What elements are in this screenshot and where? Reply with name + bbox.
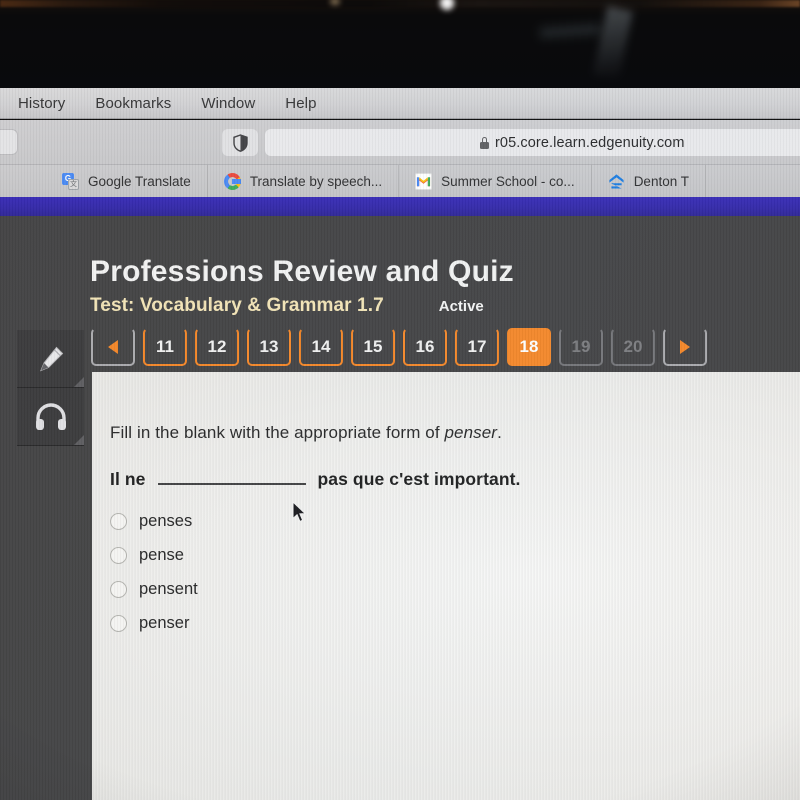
- pager-page-14[interactable]: 14: [299, 328, 343, 366]
- toolbar-left-button[interactable]: [0, 129, 18, 155]
- page-banner-strip: [0, 197, 800, 216]
- question-stem: Il ne pas que c'est important.: [110, 469, 521, 490]
- pager-prev-button[interactable]: [91, 328, 135, 366]
- menu-item-history[interactable]: History: [18, 95, 65, 112]
- tool-rail: [17, 330, 84, 446]
- assignment-name: Test: Vocabulary & Grammar 1.7: [90, 295, 384, 316]
- answer-option-pense[interactable]: pense: [110, 538, 198, 572]
- stem-text-before: Il ne: [110, 469, 146, 489]
- pager-page-13[interactable]: 13: [247, 328, 291, 366]
- prompt-verb: penser: [444, 423, 498, 442]
- radio-button[interactable]: [110, 580, 127, 598]
- bookmark-summer-school[interactable]: Summer School - co...: [399, 165, 592, 197]
- google-translate-icon: G文: [62, 172, 79, 190]
- answer-options: penses pense pensent penser: [110, 504, 198, 640]
- shield-icon[interactable]: [222, 129, 258, 156]
- blue-house-icon: [608, 173, 625, 190]
- answer-option-label: penser: [139, 613, 190, 632]
- pager-page-12[interactable]: 12: [195, 328, 239, 366]
- status-badge: Active: [438, 298, 484, 315]
- pager-page-17[interactable]: 17: [455, 328, 499, 366]
- headphones-icon: [34, 402, 68, 432]
- browser-toolbar: r05.core.learn.edgenuity.com: [0, 120, 800, 165]
- photographed-screen: History Bookmarks Window Help r05.core.l…: [0, 0, 800, 800]
- blank-underline: [157, 470, 306, 485]
- pager-page-11[interactable]: 11: [143, 328, 187, 366]
- answer-option-penses[interactable]: penses: [110, 504, 198, 538]
- course-subtitle-row: Test: Vocabulary & Grammar 1.7 Active: [90, 295, 484, 317]
- answer-option-penser[interactable]: penser: [110, 606, 198, 640]
- bookmark-translate-by-speech[interactable]: Translate by speech...: [208, 165, 400, 197]
- stem-text-after: pas que c'est important.: [317, 469, 521, 489]
- question-panel: Fill in the blank with the appropriate f…: [92, 372, 800, 800]
- prompt-text-before: Fill in the blank with the appropriate f…: [110, 423, 445, 442]
- bezel-top-reflection: [0, 0, 800, 7]
- question-pager: 11 12 13 14 15 16 17 18 19 20: [91, 328, 707, 366]
- pager-page-20: 20: [611, 328, 655, 366]
- page-title: Professions Review and Quiz: [90, 255, 514, 288]
- question-prompt: Fill in the blank with the appropriate f…: [110, 423, 502, 443]
- bookmarks-bar: G文 Google Translate Translate by speech.…: [0, 165, 800, 197]
- address-bar[interactable]: r05.core.learn.edgenuity.com: [265, 129, 800, 156]
- google-g-icon: [223, 172, 241, 190]
- macos-menu-bar: History Bookmarks Window Help: [0, 88, 800, 119]
- bezel-reflection-smear: [539, 23, 601, 39]
- bookmark-label: Summer School - co...: [441, 173, 575, 189]
- radio-button[interactable]: [110, 546, 127, 564]
- pager-page-16[interactable]: 16: [403, 328, 447, 366]
- menu-item-window[interactable]: Window: [201, 95, 255, 112]
- pager-page-15[interactable]: 15: [351, 328, 395, 366]
- highlighter-tool-button[interactable]: [17, 330, 84, 388]
- pager-next-button[interactable]: [663, 328, 707, 366]
- answer-option-label: pense: [139, 545, 184, 564]
- bookmark-label: Google Translate: [88, 173, 191, 189]
- bookmark-denton[interactable]: Denton T: [592, 165, 706, 197]
- bezel-light-glare: [440, 0, 454, 10]
- bookmark-label: Translate by speech...: [249, 173, 383, 189]
- pager-page-19: 19: [559, 328, 603, 366]
- bookmark-google-translate[interactable]: G文 Google Translate: [0, 165, 208, 197]
- monitor-bezel: [0, 0, 800, 88]
- pager-page-18-current[interactable]: 18: [507, 328, 551, 366]
- menu-item-help[interactable]: Help: [285, 95, 316, 112]
- menu-item-bookmarks[interactable]: Bookmarks: [95, 95, 171, 112]
- gmail-icon: [415, 172, 433, 190]
- pencil-icon: [34, 342, 68, 376]
- url-text: r05.core.learn.edgenuity.com: [495, 134, 685, 151]
- lock-icon: [480, 136, 489, 149]
- answer-option-pensent[interactable]: pensent: [110, 572, 198, 606]
- audio-tool-button[interactable]: [17, 388, 84, 446]
- bookmark-label: Denton T: [633, 173, 689, 189]
- edgenuity-app: Professions Review and Quiz Test: Vocabu…: [0, 216, 800, 800]
- radio-button[interactable]: [110, 512, 127, 530]
- bezel-reflection-streak: [593, 6, 633, 80]
- radio-button[interactable]: [110, 614, 127, 632]
- answer-option-label: pensent: [139, 579, 198, 598]
- prompt-text-after: .: [497, 423, 502, 442]
- answer-option-label: penses: [139, 511, 193, 530]
- chevron-right-icon: [680, 340, 690, 354]
- arrow-cursor-icon: [292, 500, 308, 529]
- chevron-left-icon: [108, 340, 118, 354]
